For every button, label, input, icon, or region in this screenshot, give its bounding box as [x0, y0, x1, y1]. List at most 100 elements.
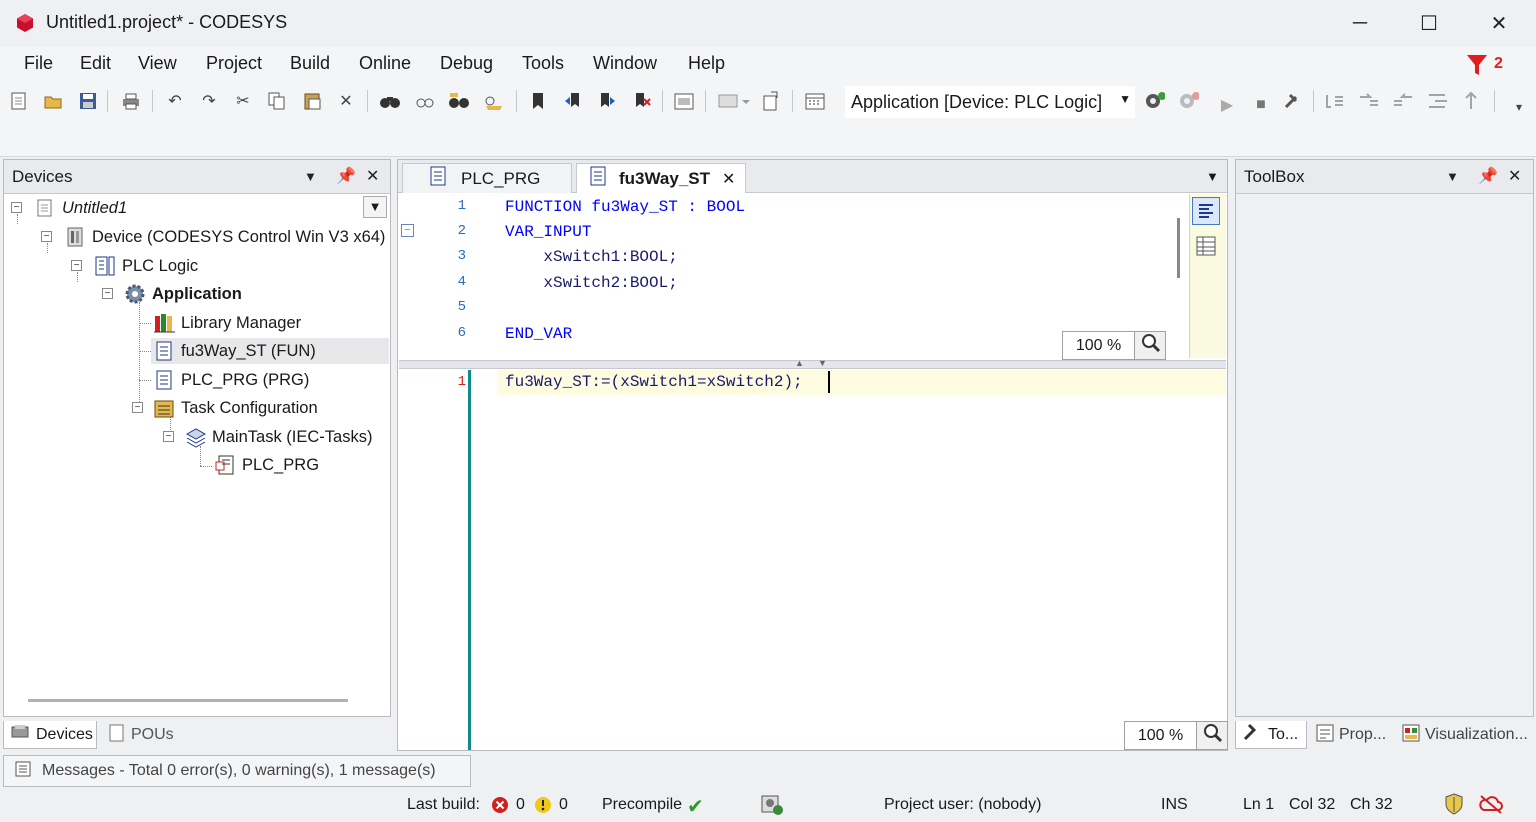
warning-count[interactable]: 0 [559, 796, 568, 814]
pin-icon[interactable]: 📌 [1478, 166, 1498, 186]
tabular-view-button[interactable] [1194, 234, 1218, 258]
editor-splitter[interactable] [399, 360, 1226, 369]
code-line[interactable]: END_VAR [505, 325, 572, 343]
menu-tools[interactable]: Tools [522, 53, 564, 74]
message-filter-button[interactable]: 2 [1464, 53, 1524, 77]
print-icon[interactable] [120, 90, 142, 112]
declaration-zoom-control[interactable]: 100 % [1062, 331, 1166, 360]
pin-icon[interactable]: 📌 [336, 166, 356, 186]
menu-view[interactable]: View [138, 53, 177, 74]
paste-icon[interactable] [301, 90, 323, 112]
close-tab-icon[interactable]: ✕ [722, 169, 735, 189]
close-panel-icon[interactable]: ✕ [1508, 166, 1521, 186]
step-into-icon[interactable] [1358, 90, 1380, 112]
menu-window[interactable]: Window [593, 53, 657, 74]
replace-icon[interactable] [448, 90, 470, 112]
menu-online[interactable]: Online [359, 53, 411, 74]
error-count[interactable]: 0 [516, 796, 525, 814]
panel-menu-chevron-icon[interactable]: ▼ [304, 169, 317, 184]
previous-bookmark-icon[interactable] [562, 90, 584, 112]
tree-collapse-toggle[interactable]: − [11, 202, 22, 213]
shield-icon[interactable] [1444, 793, 1464, 820]
tab-pous[interactable]: POUs [101, 721, 180, 749]
tree-collapse-toggle[interactable]: − [132, 402, 143, 413]
step-out-icon[interactable] [1392, 90, 1414, 112]
tree-item-application[interactable]: Application [124, 281, 242, 307]
declaration-scrollbar[interactable] [1177, 218, 1180, 278]
maximize-button[interactable]: ☐ [1393, 0, 1465, 47]
logout-icon[interactable] [1177, 90, 1199, 112]
zoom-magnifier-icon[interactable] [1141, 333, 1161, 358]
active-application-select[interactable]: Application [Device: PLC Logic] ▼ [845, 86, 1135, 118]
tab-plc-prg[interactable]: PLC_PRG [402, 163, 572, 193]
tree-item-plc-logic[interactable]: PLC Logic [94, 253, 198, 279]
calendar-icon[interactable] [804, 90, 826, 112]
close-panel-icon[interactable]: ✕ [366, 166, 379, 186]
tab-toolbox[interactable]: To... [1235, 721, 1307, 749]
login-icon[interactable] [1143, 90, 1165, 112]
tree-dropdown-button[interactable]: ▼ [363, 196, 387, 218]
export-icon[interactable] [760, 90, 782, 112]
tree-item-project[interactable]: Untitled1 [34, 195, 127, 221]
user-config-icon[interactable] [760, 793, 784, 822]
redo-icon[interactable]: ↷ [198, 90, 220, 112]
menu-build[interactable]: Build [290, 53, 330, 74]
find-next-icon[interactable] [414, 90, 436, 112]
tab-properties[interactable]: Prop... [1309, 721, 1392, 749]
tab-devices[interactable]: Devices [3, 721, 97, 749]
menu-project[interactable]: Project [206, 53, 262, 74]
tree-item-fu3way[interactable]: fu3Way_ST (FUN) [153, 338, 316, 364]
copy-icon[interactable] [266, 90, 288, 112]
precompile-label[interactable]: Precompile [602, 796, 682, 814]
tree-collapse-toggle[interactable]: − [102, 288, 113, 299]
textual-view-button[interactable] [1192, 197, 1220, 225]
bookmark-icon[interactable] [527, 90, 549, 112]
menu-edit[interactable]: Edit [80, 53, 111, 74]
menu-debug[interactable]: Debug [440, 53, 493, 74]
implementation-zoom-control[interactable]: 100 % [1124, 721, 1228, 750]
zoom-magnifier-icon[interactable] [1203, 723, 1223, 748]
code-line[interactable]: xSwitch1:BOOL; [505, 248, 677, 266]
cloud-disconnected-icon[interactable] [1478, 793, 1504, 820]
tree-item-device[interactable]: Device (CODESYS Control Win V3 x64) [64, 224, 385, 250]
reset-icon[interactable] [1282, 90, 1304, 112]
find-icon[interactable] [379, 90, 401, 112]
code-line[interactable]: FUNCTION fu3Way_ST : BOOL [505, 198, 745, 216]
build-options-icon[interactable] [716, 90, 752, 112]
code-line[interactable]: VAR_INPUT [505, 223, 591, 241]
tree-collapse-toggle[interactable]: − [163, 431, 174, 442]
tree-item-plc-prg-call[interactable]: PLC_PRG [214, 452, 319, 478]
step-over-icon[interactable] [1323, 90, 1345, 112]
delete-icon[interactable]: ✕ [335, 90, 357, 112]
clear-bookmarks-icon[interactable] [631, 90, 653, 112]
undo-icon[interactable]: ↶ [164, 90, 186, 112]
start-icon[interactable]: ▶ [1216, 94, 1238, 116]
close-window-button[interactable]: ✕ [1463, 0, 1535, 47]
minimize-button[interactable]: ─ [1324, 0, 1396, 47]
splitter-up-icon[interactable]: ▲ [795, 358, 804, 368]
messages-bar[interactable]: Messages - Total 0 error(s), 0 warning(s… [3, 755, 471, 787]
cut-icon[interactable]: ✂ [232, 90, 254, 112]
next-bookmark-icon[interactable] [596, 90, 618, 112]
code-line[interactable]: fu3Way_ST:=(xSwitch1=xSwitch2); [505, 373, 803, 391]
tab-visualization[interactable]: Visualization... [1395, 721, 1534, 749]
splitter-down-icon[interactable]: ▼ [818, 358, 827, 368]
menu-help[interactable]: Help [688, 53, 725, 74]
clipboard-icon[interactable] [673, 90, 695, 112]
horizontal-scrollbar[interactable] [28, 699, 348, 702]
save-icon[interactable] [77, 90, 99, 112]
tree-collapse-toggle[interactable]: − [41, 231, 52, 242]
tree-item-library-manager[interactable]: Library Manager [153, 310, 301, 336]
tab-list-chevron-icon[interactable]: ▼ [1206, 169, 1219, 184]
fold-toggle[interactable]: − [401, 224, 414, 237]
tree-item-task-configuration[interactable]: Task Configuration [153, 395, 318, 421]
code-line[interactable]: xSwitch2:BOOL; [505, 274, 677, 292]
tree-collapse-toggle[interactable]: − [71, 260, 82, 271]
tree-item-plc-prg[interactable]: PLC_PRG (PRG) [153, 367, 309, 393]
open-project-icon[interactable] [42, 90, 64, 112]
tab-fu3way-st[interactable]: fu3Way_ST ✕ [576, 163, 746, 193]
toolbar-overflow-icon[interactable]: ▾ [1516, 100, 1522, 114]
menu-file[interactable]: File [24, 53, 53, 74]
stop-icon[interactable]: ■ [1250, 94, 1272, 116]
run-to-cursor-icon[interactable] [1427, 90, 1449, 112]
